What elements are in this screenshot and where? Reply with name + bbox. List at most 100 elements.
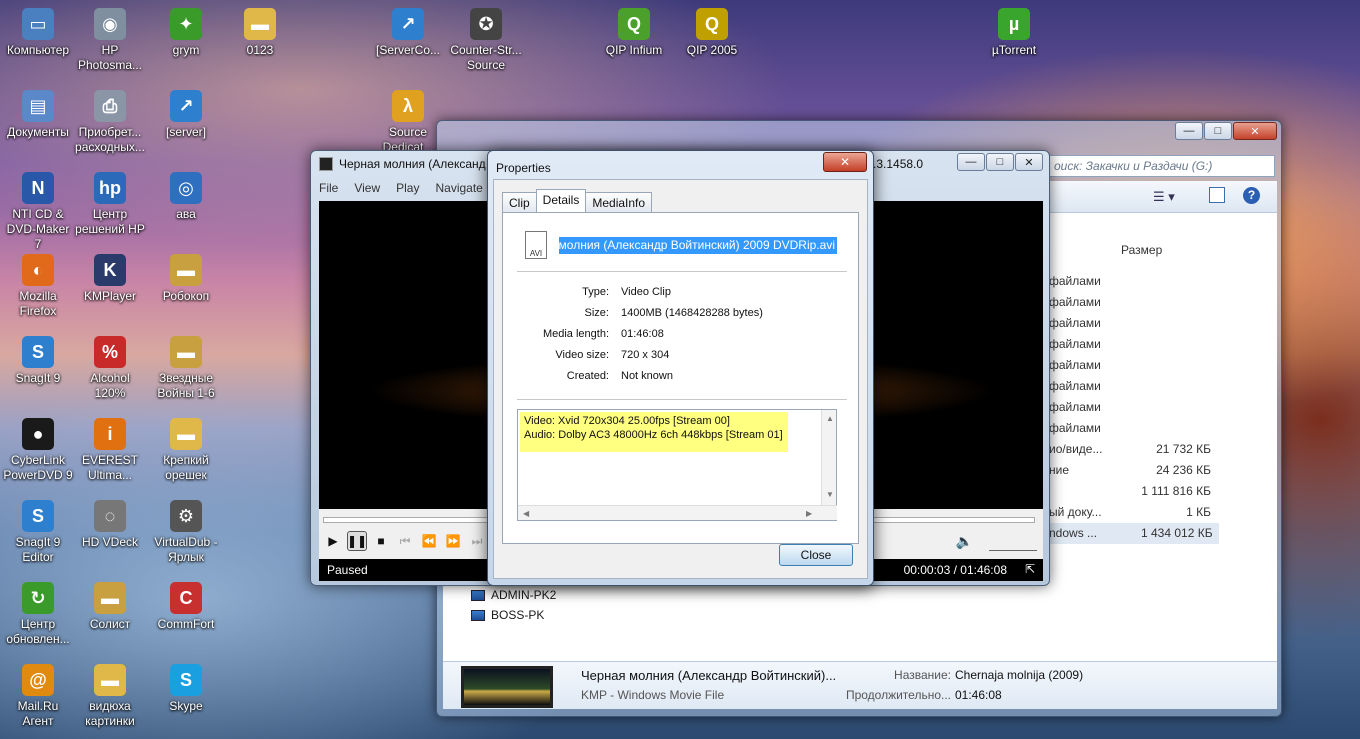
views-icon[interactable]: ☰ ▾: [1153, 189, 1175, 205]
desktop-icon-kmplayer[interactable]: K KMPlayer: [72, 254, 148, 304]
tab-mediainfo[interactable]: MediaInfo: [585, 192, 653, 212]
file-row[interactable]: файлами: [1049, 397, 1219, 418]
network-computer-item[interactable]: BOSS-PK: [471, 605, 556, 625]
desktop-icon-hd-vdeck[interactable]: ◌ HD VDeck: [72, 500, 148, 550]
vertical-scrollbar[interactable]: ▲ ▼: [821, 410, 836, 505]
desktop-icon-counter-strike[interactable]: ✪ Counter-Str... Source: [448, 8, 524, 73]
filename-field[interactable]: Черная молния (Александр Войтинский) 200…: [559, 237, 837, 254]
help-icon[interactable]: ?: [1243, 187, 1260, 204]
skype-icon: S: [170, 664, 202, 696]
file-row[interactable]: файлами: [1049, 334, 1219, 355]
scroll-right-icon[interactable]: ▶: [806, 509, 812, 518]
file-name: файлами: [1049, 274, 1101, 288]
pause-icon[interactable]: ❚❚: [347, 531, 367, 551]
desktop-icon-ava[interactable]: ◎ ава: [148, 172, 224, 222]
network-computer-item[interactable]: ADMIN-PK2: [471, 585, 556, 605]
desktop-icon-commfort[interactable]: C CommFort: [148, 582, 224, 632]
kmp-close-button[interactable]: ✕: [1015, 153, 1043, 171]
desktop-icon-qip-2005[interactable]: Q QIP 2005: [674, 8, 750, 58]
desktop-icon-skype[interactable]: S Skype: [148, 664, 224, 714]
maximize-button[interactable]: □: [1204, 122, 1232, 140]
volume-slider[interactable]: [989, 541, 1037, 551]
menu-item-navigate[interactable]: Navigate: [435, 181, 482, 201]
kmp-maximize-button[interactable]: □: [986, 153, 1014, 171]
desktop-icon-utorrent[interactable]: µ µTorrent: [976, 8, 1052, 58]
desktop-icon-powerdvd[interactable]: ● CyberLink PowerDVD 9: [0, 418, 76, 483]
file-row[interactable]: файлами: [1049, 313, 1219, 334]
desktop-icon-alcohol[interactable]: % Alcohol 120%: [72, 336, 148, 401]
minimize-button[interactable]: —: [1175, 122, 1203, 140]
desktop-icon-server[interactable]: ↗ [server]: [148, 90, 224, 140]
desktop-icon-everest[interactable]: i EVEREST Ultima...: [72, 418, 148, 483]
desktop-icon-source-dedicated[interactable]: λ Source Dedicat...: [370, 90, 446, 155]
desktop-icon-mailru[interactable]: @ Mail.Ru Агент: [0, 664, 76, 729]
property-row: Created: Not known: [517, 367, 673, 385]
file-size: 1 111 816 КБ: [1141, 484, 1211, 498]
menu-item-view[interactable]: View: [354, 181, 380, 201]
file-row[interactable]: ый доку... 1 КБ: [1049, 502, 1219, 523]
speaker-icon[interactable]: 🔈: [956, 533, 973, 550]
file-row[interactable]: ndows ... 1 434 012 КБ: [1049, 523, 1219, 544]
file-row[interactable]: файлами: [1049, 271, 1219, 292]
streams-list[interactable]: Video: Xvid 720x304 25.00fps [Stream 00]…: [517, 409, 837, 521]
desktop-icon-computer[interactable]: ▭ Компьютер: [0, 8, 76, 58]
file-row[interactable]: файлами: [1049, 376, 1219, 397]
mailru-icon: @: [22, 664, 54, 696]
stop-icon[interactable]: ■: [371, 531, 391, 551]
kmplayer-app-icon[interactable]: [319, 157, 333, 171]
rewind-icon[interactable]: ⏪: [419, 531, 439, 551]
desktop-icon-hp-photosmart[interactable]: ◉ HP Photosma...: [72, 8, 148, 73]
desktop-icon-label: Приобрет... расходных...: [75, 125, 145, 154]
play-icon[interactable]: ▶: [323, 531, 343, 551]
tab-clip[interactable]: Clip: [502, 192, 537, 212]
fast-forward-icon[interactable]: ⏩: [443, 531, 463, 551]
skip-start-icon[interactable]: ⏮: [395, 531, 415, 551]
preview-pane-icon[interactable]: [1209, 187, 1225, 203]
desktop-icon-nti-cd[interactable]: N NTI CD & DVD-Maker 7: [0, 172, 76, 252]
desktop-icon-supplies[interactable]: ⎙ Приобрет... расходных...: [72, 90, 148, 155]
desktop-icon-grym[interactable]: ✦ grym: [148, 8, 224, 58]
desktop-icon-folder-0123[interactable]: ▬ 0123: [222, 8, 298, 58]
desktop-icon-label: grym: [172, 43, 200, 57]
scroll-up-icon[interactable]: ▲: [826, 414, 834, 423]
desktop-icon-snagit9-editor[interactable]: S SnagIt 9 Editor: [0, 500, 76, 565]
menu-item-file[interactable]: File: [319, 181, 338, 201]
desktop-icon-star-wars[interactable]: ▬ Звездные Войны 1-6: [148, 336, 224, 401]
desktop-icon-label: SnagIt 9: [15, 371, 61, 385]
network-computer-icon: [471, 609, 485, 621]
desktop-icon-documents[interactable]: ▤ Документы: [0, 90, 76, 140]
file-name: ый доку...: [1049, 505, 1102, 519]
desktop-icon-firefox[interactable]: ◐ Mozilla Firefox: [0, 254, 76, 319]
desktop-icon-snagit9[interactable]: S SnagIt 9: [0, 336, 76, 386]
desktop-icon-server-com[interactable]: ↗ [ServerCo...: [370, 8, 446, 58]
desktop-icon-virtualdub[interactable]: ⚙ VirtualDub - Ярлык: [148, 500, 224, 565]
close-button[interactable]: ✕: [1233, 122, 1277, 140]
file-row[interactable]: файлами: [1049, 292, 1219, 313]
scroll-left-icon[interactable]: ◀: [523, 509, 529, 518]
size-column-header[interactable]: Размер: [1121, 243, 1162, 257]
skip-end-icon[interactable]: ⏭: [467, 531, 487, 551]
desktop-icon-update-center[interactable]: ↻ Центр обновлен...: [0, 582, 76, 647]
desktop-icon-solist[interactable]: ▬ Солист: [72, 582, 148, 632]
desktop-icon-robocop[interactable]: ▬ Робокоп: [148, 254, 224, 304]
kmp-minimize-button[interactable]: —: [957, 153, 985, 171]
separator: [517, 271, 847, 272]
search-input[interactable]: оиск: Закачки и Раздачи (G:): [1047, 155, 1275, 177]
file-row[interactable]: ние 24 236 КБ: [1049, 460, 1219, 481]
dialog-close-icon[interactable]: ✕: [823, 152, 867, 172]
desktop-icon-qip-infium[interactable]: Q QIP Infium: [596, 8, 672, 58]
scroll-down-icon[interactable]: ▼: [826, 490, 834, 499]
horizontal-scrollbar[interactable]: ◀ ▶: [518, 505, 837, 520]
properties-dialog[interactable]: Properties ✕ ClipDetailsMediaInfo AVI Че…: [487, 150, 874, 586]
aspect-ratio-icon[interactable]: ⇱: [1025, 562, 1035, 576]
file-row[interactable]: 1 111 816 КБ: [1049, 481, 1219, 502]
menu-item-play[interactable]: Play: [396, 181, 419, 201]
close-dialog-button[interactable]: Close: [779, 544, 853, 566]
desktop-icon-video-pics[interactable]: ▬ видюха картинки: [72, 664, 148, 729]
tab-details[interactable]: Details: [535, 189, 587, 212]
desktop-icon-hp-center[interactable]: hp Центр решений HP: [72, 172, 148, 237]
file-row[interactable]: файлами: [1049, 418, 1219, 439]
desktop-icon-die-hard[interactable]: ▬ Крепкий орешек: [148, 418, 224, 483]
file-row[interactable]: файлами: [1049, 355, 1219, 376]
file-row[interactable]: ио/виде... 21 732 КБ: [1049, 439, 1219, 460]
